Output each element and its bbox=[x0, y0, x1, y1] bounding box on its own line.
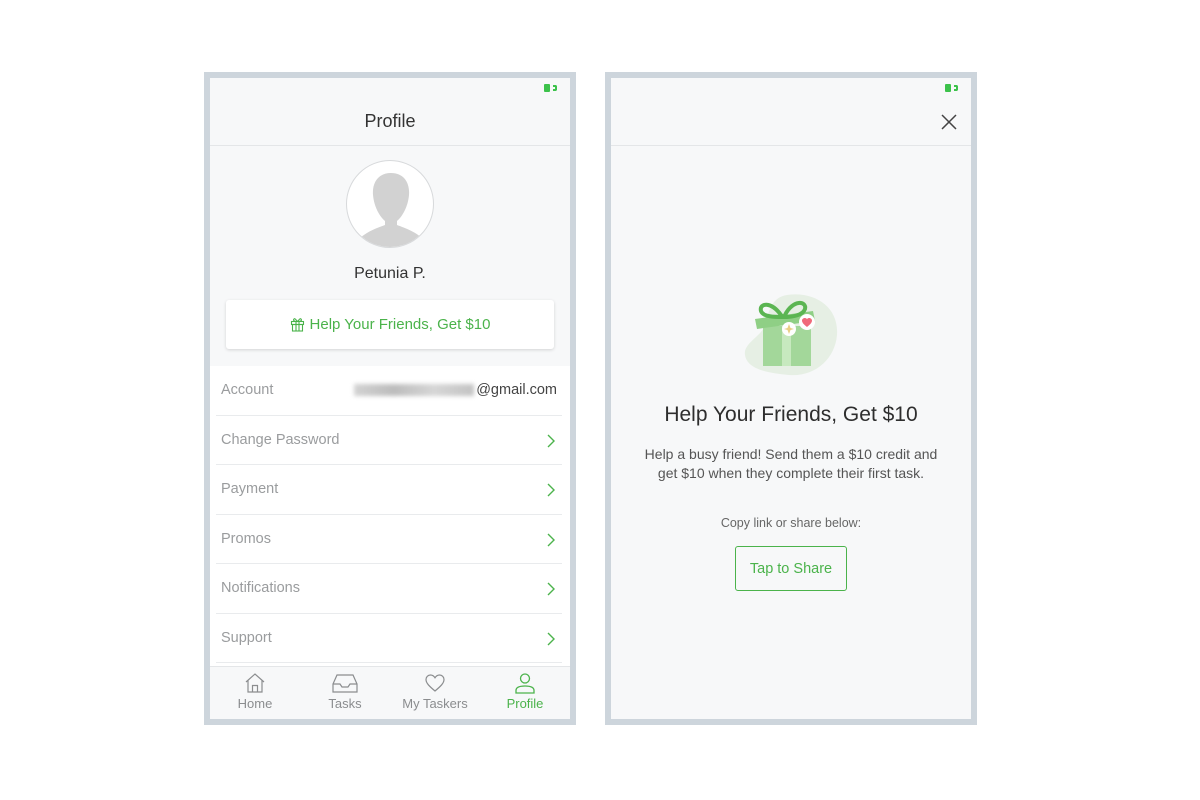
menu-item-label: Promos bbox=[221, 530, 271, 547]
invite-friends-label: Help Your Friends, Get $10 bbox=[309, 316, 491, 333]
nav-bar bbox=[611, 98, 971, 146]
settings-menu: Account @gmail.com Change Password Payme… bbox=[210, 366, 570, 676]
tab-label: Home bbox=[237, 696, 273, 711]
tab-my-taskers[interactable]: My Taskers bbox=[390, 667, 480, 719]
referral-description: Help a busy friend! Send them a $10 cred… bbox=[644, 446, 938, 481]
menu-item-payment[interactable]: Payment bbox=[216, 465, 562, 515]
profile-header: Petunia P. Help Your Friends, Get $10 bbox=[210, 147, 570, 365]
gift-icon bbox=[290, 318, 304, 332]
invite-friends-button[interactable]: Help Your Friends, Get $10 bbox=[226, 300, 554, 349]
tab-tasks[interactable]: Tasks bbox=[300, 667, 390, 719]
menu-item-label: Account bbox=[221, 382, 274, 399]
account-email: @gmail.com bbox=[354, 382, 557, 398]
chevron-right-icon bbox=[547, 533, 555, 546]
avatar[interactable] bbox=[346, 160, 434, 248]
tap-to-share-button[interactable]: Tap to Share bbox=[735, 546, 847, 591]
tab-profile[interactable]: Profile bbox=[480, 667, 570, 719]
tab-label: Profile bbox=[506, 696, 544, 711]
referral-title: Help Your Friends, Get $10 bbox=[664, 403, 918, 426]
nav-bar: Profile bbox=[210, 98, 570, 146]
menu-item-account[interactable]: Account @gmail.com bbox=[216, 366, 562, 416]
menu-item-label: Notifications bbox=[221, 580, 300, 597]
close-icon[interactable] bbox=[939, 112, 959, 132]
gift-box-illustration bbox=[744, 294, 838, 376]
menu-item-support[interactable]: Support bbox=[216, 614, 562, 663]
profile-phone-frame: Profile Petunia P. Help Your Friends, Ge… bbox=[204, 72, 576, 725]
redacted-email-user bbox=[354, 384, 475, 397]
menu-item-change-password[interactable]: Change Password bbox=[216, 416, 562, 465]
tab-home[interactable]: Home bbox=[210, 667, 300, 719]
home-icon bbox=[245, 673, 265, 693]
tab-label: My Taskers bbox=[402, 696, 468, 711]
menu-item-promos[interactable]: Promos bbox=[216, 515, 562, 564]
copy-link-hint: Copy link or share below: bbox=[720, 516, 862, 530]
battery-icon bbox=[544, 84, 558, 92]
chevron-right-icon bbox=[547, 483, 555, 497]
menu-item-label: Support bbox=[221, 629, 272, 646]
status-bar bbox=[210, 78, 570, 98]
person-silhouette-icon bbox=[357, 173, 425, 247]
inbox-tray-icon bbox=[332, 674, 358, 693]
referral-phone-frame: Help Your Friends, Get $10 Help a busy f… bbox=[605, 72, 977, 725]
person-icon bbox=[515, 673, 535, 694]
status-bar bbox=[611, 78, 971, 98]
battery-icon bbox=[945, 84, 959, 92]
chevron-right-icon bbox=[547, 434, 555, 447]
profile-screen: Profile Petunia P. Help Your Friends, Ge… bbox=[210, 78, 570, 719]
tab-label: Tasks bbox=[328, 696, 362, 711]
profile-name: Petunia P. bbox=[354, 265, 426, 282]
chevron-right-icon bbox=[547, 632, 555, 645]
chevron-right-icon bbox=[547, 582, 555, 596]
menu-item-notifications[interactable]: Notifications bbox=[216, 564, 562, 614]
tab-bar: Home Tasks My Taskers Profile bbox=[210, 666, 570, 719]
referral-content: Help Your Friends, Get $10 Help a busy f… bbox=[611, 147, 971, 719]
page-title: Profile bbox=[364, 111, 416, 131]
referral-screen: Help Your Friends, Get $10 Help a busy f… bbox=[611, 78, 971, 719]
menu-item-label: Change Password bbox=[221, 431, 340, 448]
heart-icon bbox=[425, 674, 445, 692]
menu-item-label: Payment bbox=[221, 481, 279, 498]
